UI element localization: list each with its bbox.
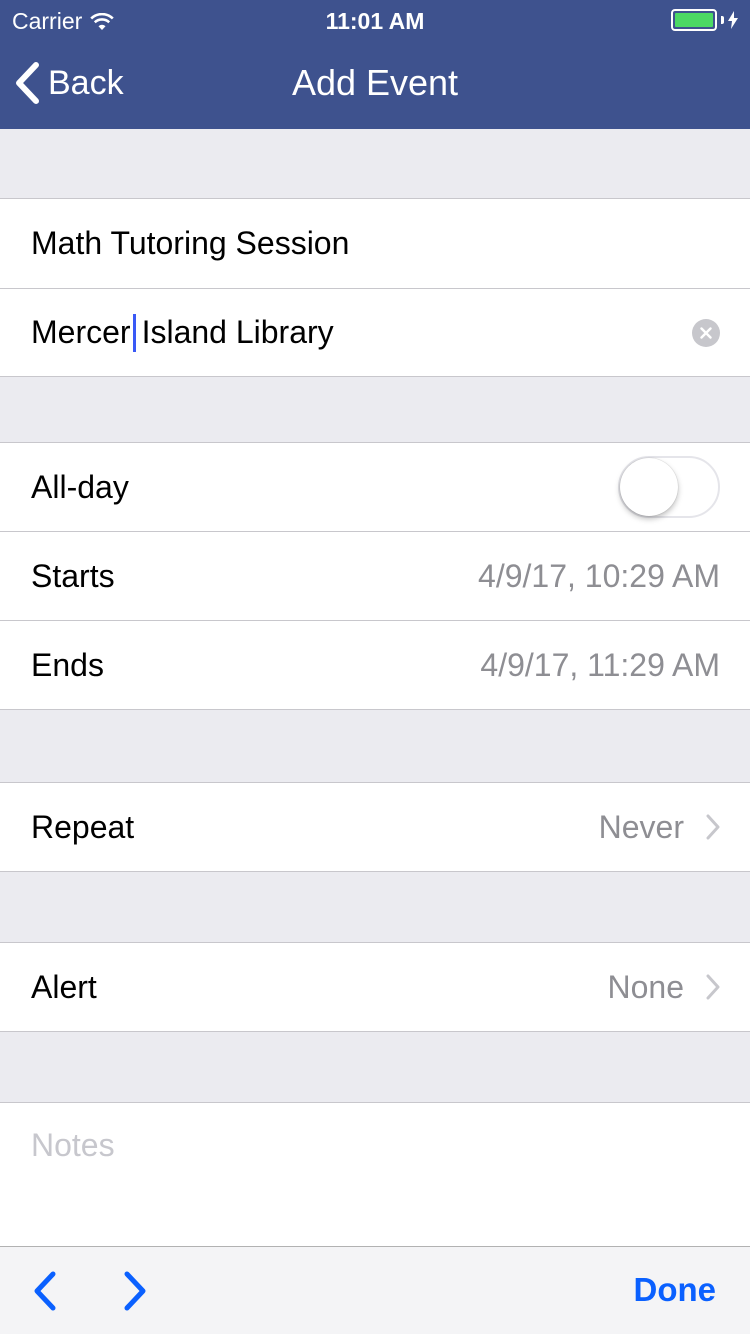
keyboard-toolbar: Done xyxy=(0,1246,750,1334)
navigation-header: Carrier 11:01 AM Back Add Event xyxy=(0,0,750,129)
ends-value: 4/9/17, 11:29 AM xyxy=(480,646,720,683)
nav-bar: Back Add Event xyxy=(0,40,750,129)
all-day-row: All-day xyxy=(0,443,750,531)
charging-icon xyxy=(728,11,738,29)
location-text-after-cursor: Island Library xyxy=(141,314,334,350)
repeat-value: Never xyxy=(598,808,684,845)
timing-group: All-day Starts 4/9/17, 10:29 AM Ends 4/9… xyxy=(0,442,750,710)
alert-label: Alert xyxy=(31,968,97,1005)
clear-location-button[interactable] xyxy=(692,318,720,347)
chevron-right-icon xyxy=(124,1271,146,1311)
starts-value: 4/9/17, 10:29 AM xyxy=(478,557,720,594)
repeat-label: Repeat xyxy=(31,808,135,845)
alert-row[interactable]: Alert None xyxy=(0,943,750,1031)
add-event-screen: Carrier 11:01 AM Back Add Event Math Tut… xyxy=(0,0,750,1334)
location-text-before-cursor: Mercer xyxy=(31,314,131,350)
toggle-knob xyxy=(620,458,678,516)
ends-row[interactable]: Ends 4/9/17, 11:29 AM xyxy=(0,620,750,709)
done-button[interactable]: Done xyxy=(634,1271,717,1309)
status-time: 11:01 AM xyxy=(325,8,425,34)
repeat-row[interactable]: Repeat Never xyxy=(0,783,750,871)
title-field-value: Math Tutoring Session xyxy=(31,225,350,261)
title-field[interactable]: Math Tutoring Session xyxy=(0,199,750,288)
ends-label: Ends xyxy=(31,646,104,683)
notes-placeholder: Notes xyxy=(31,1127,115,1163)
battery-indicator xyxy=(671,9,738,31)
starts-row[interactable]: Starts 4/9/17, 10:29 AM xyxy=(0,531,750,620)
all-day-label: All-day xyxy=(31,468,129,505)
chevron-right-icon xyxy=(706,974,720,1000)
clear-icon xyxy=(700,326,712,339)
next-field-button[interactable] xyxy=(122,1271,148,1316)
chevron-left-icon xyxy=(34,1271,56,1311)
chevron-right-icon xyxy=(706,814,720,840)
all-day-toggle[interactable] xyxy=(618,456,720,518)
status-bar: Carrier 11:01 AM xyxy=(0,0,750,40)
text-cursor xyxy=(132,313,136,352)
alert-value: None xyxy=(607,968,685,1005)
alert-group: Alert None xyxy=(0,942,750,1032)
battery-icon xyxy=(671,9,717,31)
previous-field-button[interactable] xyxy=(32,1271,58,1316)
location-field[interactable]: Mercer Island Library xyxy=(0,288,750,376)
notes-field[interactable]: Notes xyxy=(0,1102,750,1246)
event-details-group: Math Tutoring Session Mercer Island Libr… xyxy=(0,198,750,377)
page-title: Add Event xyxy=(291,62,459,103)
repeat-group: Repeat Never xyxy=(0,782,750,872)
starts-label: Starts xyxy=(31,557,115,594)
